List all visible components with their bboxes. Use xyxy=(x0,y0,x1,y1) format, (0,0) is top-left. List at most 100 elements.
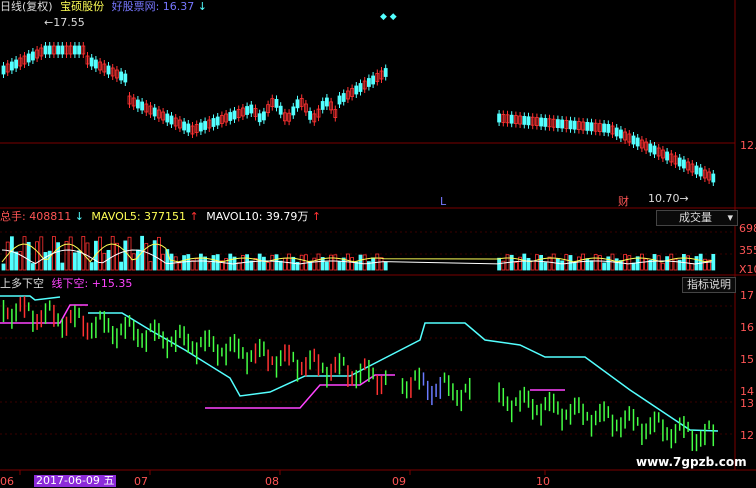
candle-body xyxy=(123,73,128,83)
candle-body xyxy=(568,120,573,130)
volume-bar xyxy=(350,257,355,271)
candle-body xyxy=(165,113,170,123)
upper-band-line xyxy=(0,295,61,301)
volume-bar xyxy=(564,254,569,271)
candle-body xyxy=(606,124,611,133)
volume-bar xyxy=(64,241,69,271)
volume-bar xyxy=(619,260,623,271)
volume-bar xyxy=(623,254,627,271)
candle-body xyxy=(560,119,564,129)
candle-body xyxy=(572,120,577,130)
candle-body xyxy=(77,45,81,55)
volume-axis-tick: 698 xyxy=(739,222,756,235)
candle-body xyxy=(371,75,376,85)
volume-bar xyxy=(371,257,376,271)
volume-axis-tick: X10 xyxy=(739,263,756,276)
candle-body xyxy=(73,45,77,55)
volume-bar xyxy=(169,253,174,271)
volume-bar xyxy=(119,261,123,271)
indicator-axis-tick: 17 xyxy=(740,289,754,302)
volume-bar xyxy=(711,253,716,271)
upper-band-line xyxy=(88,312,719,432)
volume-bar xyxy=(602,262,606,271)
candle-body xyxy=(324,97,329,107)
candle-body xyxy=(711,173,716,183)
price-header: 日线(复权) 宝硕股份 好股票网: 16.37 ↓ xyxy=(0,1,207,13)
candle-body xyxy=(60,45,65,55)
candle-body xyxy=(585,122,590,131)
volume-bar xyxy=(282,257,287,271)
volume-bar xyxy=(249,260,254,271)
candle-body xyxy=(56,45,60,55)
volume-bar xyxy=(551,253,556,271)
candle-body xyxy=(9,61,14,71)
volume-bar xyxy=(110,235,115,271)
volume-bar xyxy=(572,262,577,271)
volume-bar xyxy=(22,236,27,271)
up-arrow-icon: ↑ xyxy=(189,210,199,223)
volume-bar xyxy=(656,255,661,271)
down-arrow-icon: ↓ xyxy=(197,0,208,13)
time-axis-label: 10 xyxy=(536,475,550,488)
volume-bar xyxy=(358,254,363,271)
volume-bar xyxy=(156,236,161,271)
candle-body xyxy=(614,127,619,137)
candle-body xyxy=(215,116,220,126)
candle-body xyxy=(274,98,279,108)
volume-bar xyxy=(1,263,6,271)
period-label[interactable]: 日线(复权) xyxy=(0,0,53,13)
candle-body xyxy=(30,51,35,61)
volume-bar xyxy=(43,252,48,271)
volume-bar xyxy=(652,254,657,271)
candle-body xyxy=(320,101,325,110)
volume-bar xyxy=(669,253,674,271)
candle-body xyxy=(198,122,203,132)
candle-body xyxy=(635,137,640,147)
time-axis-label: 07 xyxy=(134,475,148,488)
volume-bar xyxy=(589,260,594,271)
candle-body xyxy=(245,106,250,115)
candle-body xyxy=(383,68,388,77)
volume-bar xyxy=(68,236,73,271)
volume-bar xyxy=(257,253,262,271)
chevron-down-icon: ▾ xyxy=(727,211,733,224)
volume-bar xyxy=(73,252,77,271)
volume-bar xyxy=(698,253,703,271)
volume-bar xyxy=(186,254,191,271)
volume-bar xyxy=(135,249,140,271)
candle-body xyxy=(106,65,111,75)
candle-body xyxy=(43,45,48,55)
volume-bar xyxy=(362,254,367,271)
event-tag[interactable]: 财 xyxy=(618,196,629,208)
volume-bar xyxy=(337,261,342,271)
volume-bar xyxy=(77,250,81,271)
candle-body xyxy=(308,111,313,120)
volume-bar xyxy=(115,242,119,271)
volume-bar xyxy=(543,262,548,271)
volume-bar xyxy=(703,258,707,271)
volume-bar xyxy=(270,254,275,271)
candle-body xyxy=(47,45,52,55)
candle-body xyxy=(694,165,699,175)
volume-bar xyxy=(287,253,292,271)
candle-body xyxy=(631,135,636,145)
volume-bar xyxy=(123,240,128,271)
candle-body xyxy=(140,101,145,111)
kline-chart-canvas[interactable] xyxy=(0,0,756,487)
volume-bar xyxy=(148,261,153,271)
time-axis-label: 06 xyxy=(0,475,14,488)
volume-bar xyxy=(333,254,338,271)
candle-body xyxy=(589,122,594,132)
time-axis-cursor-date: 2017-06-09 五 xyxy=(34,474,117,487)
total-volume-label: 总手: 408811 xyxy=(0,210,72,223)
candle-body xyxy=(26,53,31,63)
volume-bar xyxy=(89,262,94,271)
candle-body xyxy=(366,78,371,87)
candle-body xyxy=(249,104,254,114)
indicator-select[interactable]: 成交量 ▾ xyxy=(656,210,738,226)
indicator-explain-button[interactable]: 指标说明 xyxy=(682,277,736,293)
volume-bar xyxy=(661,262,665,271)
indicator-title[interactable]: 上多下空 xyxy=(0,277,44,290)
candle-body xyxy=(682,159,686,169)
candle-body xyxy=(341,93,346,102)
